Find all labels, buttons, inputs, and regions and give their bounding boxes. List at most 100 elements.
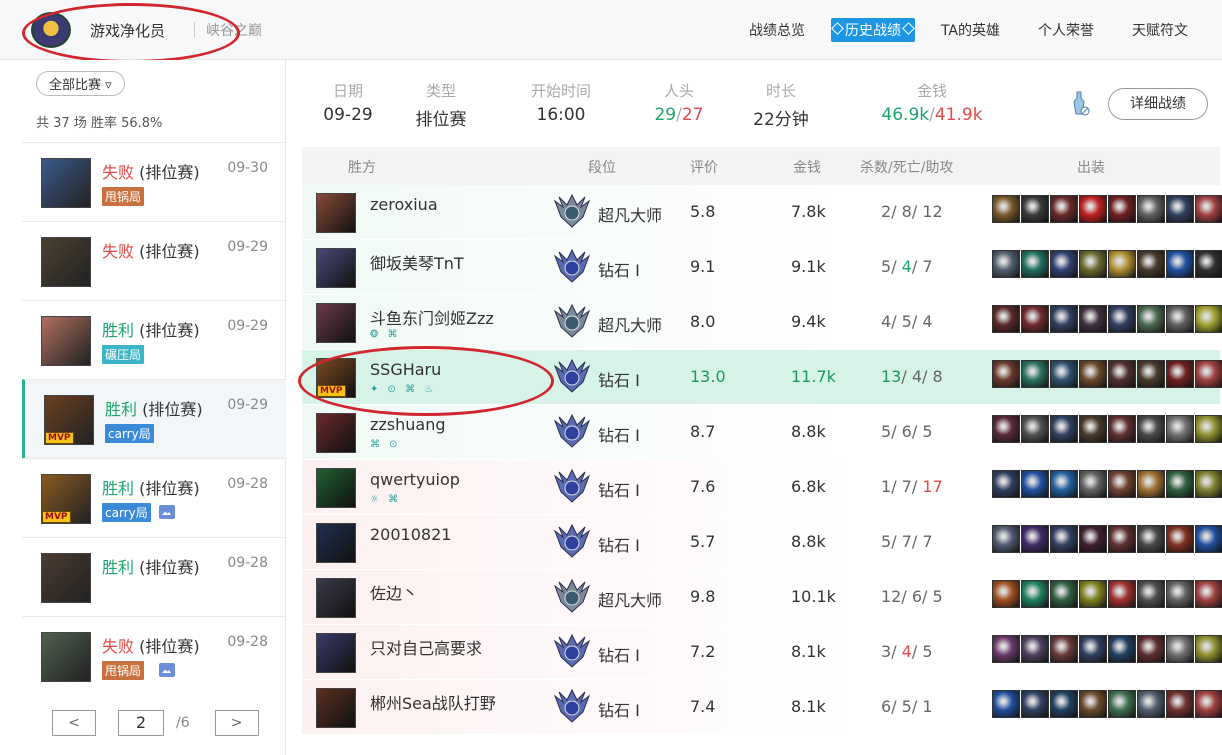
tab-honors[interactable]: 个人荣誉 <box>1026 18 1106 42</box>
list-item[interactable]: 胜利 (排位赛) 09-29 碾压局 <box>22 300 286 379</box>
ward-icon[interactable] <box>1069 90 1091 118</box>
list-item[interactable]: MVP 胜利 (排位赛) 09-29 carry局 <box>22 379 286 458</box>
item-icon[interactable] <box>992 525 1020 553</box>
item-icon[interactable] <box>1079 635 1107 663</box>
item-icon[interactable] <box>1137 360 1165 388</box>
item-icon[interactable] <box>1195 635 1222 663</box>
item-icon[interactable] <box>1137 250 1165 278</box>
item-icon[interactable] <box>1195 580 1222 608</box>
tab-heroes[interactable]: TA的英雄 <box>929 18 1012 42</box>
item-icon[interactable] <box>1021 195 1049 223</box>
list-item[interactable]: 失败 (排位赛) 09-28 甩锅局 <box>22 616 286 695</box>
item-icon[interactable] <box>1195 690 1222 718</box>
item-icon[interactable] <box>1050 305 1078 333</box>
item-icon[interactable] <box>1079 250 1107 278</box>
table-row[interactable]: MVP SSGHaru ✦ ⊙ ⌘ ♨ 钻石 I 13.0 11.7k 13/ 4/ 8 <box>302 350 1222 405</box>
tab-history[interactable]: 历史战绩 <box>830 18 915 42</box>
table-row[interactable]: 20010821 钻石 I 5.7 8.8k 5/ 7/ 7 <box>302 515 1222 570</box>
table-row[interactable]: zeroxiua 超凡大师 5.8 7.8k 2/ 8/ 12 <box>302 185 1222 240</box>
item-icon[interactable] <box>1166 305 1194 333</box>
item-icon[interactable] <box>1166 360 1194 388</box>
player-name[interactable]: 20010821 <box>370 525 451 544</box>
item-icon[interactable] <box>1137 690 1165 718</box>
item-icon[interactable] <box>992 415 1020 443</box>
item-icon[interactable] <box>1108 580 1136 608</box>
item-icon[interactable] <box>1108 415 1136 443</box>
detail-stats-button[interactable]: 详细战绩 <box>1108 88 1208 120</box>
item-icon[interactable] <box>1079 525 1107 553</box>
item-icon[interactable] <box>1166 250 1194 278</box>
player-name[interactable]: zzshuang <box>370 415 446 434</box>
item-icon[interactable] <box>1021 580 1049 608</box>
item-icon[interactable] <box>1195 250 1222 278</box>
item-icon[interactable] <box>1108 690 1136 718</box>
item-icon[interactable] <box>1137 525 1165 553</box>
tab-runes[interactable]: 天赋符文 <box>1120 18 1200 42</box>
item-icon[interactable] <box>1021 360 1049 388</box>
list-item[interactable]: 胜利 (排位赛) 09-28 <box>22 537 286 616</box>
player-name[interactable]: 斗鱼东门剑姬Zzz <box>370 305 494 329</box>
item-icon[interactable] <box>1021 470 1049 498</box>
player-name[interactable]: SSGHaru <box>370 360 441 379</box>
item-icon[interactable] <box>1050 470 1078 498</box>
item-icon[interactable] <box>1108 635 1136 663</box>
item-icon[interactable] <box>1079 360 1107 388</box>
item-icon[interactable] <box>1021 525 1049 553</box>
page-input[interactable]: 2 <box>118 710 164 736</box>
item-icon[interactable] <box>1050 360 1078 388</box>
item-icon[interactable] <box>1195 470 1222 498</box>
item-icon[interactable] <box>1108 305 1136 333</box>
item-icon[interactable] <box>1137 635 1165 663</box>
item-icon[interactable] <box>1166 635 1194 663</box>
list-item[interactable]: 失败 (排位赛) 09-30 甩锅局 <box>22 142 286 221</box>
item-icon[interactable] <box>992 580 1020 608</box>
item-icon[interactable] <box>992 305 1020 333</box>
item-icon[interactable] <box>1137 470 1165 498</box>
player-name[interactable]: 只对自己高要求 <box>370 635 482 659</box>
item-icon[interactable] <box>1195 525 1222 553</box>
item-icon[interactable] <box>1050 525 1078 553</box>
player-name[interactable]: 佐边丶 <box>370 580 418 604</box>
table-row[interactable]: 斗鱼东门剑姬Zzz ❂ ⌘ 超凡大师 8.0 9.4k 4/ 5/ 4 <box>302 295 1222 350</box>
item-icon[interactable] <box>992 690 1020 718</box>
item-icon[interactable] <box>1137 195 1165 223</box>
item-icon[interactable] <box>992 470 1020 498</box>
item-icon[interactable] <box>1166 580 1194 608</box>
table-row[interactable]: 只对自己高要求 钻石 I 7.2 8.1k 3/ 4/ 5 <box>302 625 1222 680</box>
item-icon[interactable] <box>1079 195 1107 223</box>
item-icon[interactable] <box>1050 195 1078 223</box>
item-icon[interactable] <box>1021 635 1049 663</box>
image-icon[interactable] <box>159 505 175 519</box>
item-icon[interactable] <box>1108 470 1136 498</box>
table-row[interactable]: 郴州Sea战队打野 钻石 I 7.4 8.1k 6/ 5/ 1 <box>302 680 1222 735</box>
item-icon[interactable] <box>1195 415 1222 443</box>
table-row[interactable]: qwertyuiop ☼ ⌘ 钻石 I 7.6 6.8k 1/ 7/ 17 <box>302 460 1222 515</box>
item-icon[interactable] <box>1079 690 1107 718</box>
list-item[interactable]: MVP 胜利 (排位赛) 09-28 carry局 <box>22 458 286 537</box>
match-filter-dropdown[interactable]: 全部比赛 ▿ <box>36 71 125 96</box>
table-row[interactable]: 佐边丶 超凡大师 9.8 10.1k 12/ 6/ 5 <box>302 570 1222 625</box>
item-icon[interactable] <box>1137 305 1165 333</box>
table-row[interactable]: zzshuang ⌘ ⊙ 钻石 I 8.7 8.8k 5/ 6/ 5 <box>302 405 1222 460</box>
item-icon[interactable] <box>1079 580 1107 608</box>
image-icon[interactable] <box>159 663 175 677</box>
item-icon[interactable] <box>1079 415 1107 443</box>
item-icon[interactable] <box>992 195 1020 223</box>
item-icon[interactable] <box>992 250 1020 278</box>
item-icon[interactable] <box>1050 415 1078 443</box>
item-icon[interactable] <box>1195 195 1222 223</box>
item-icon[interactable] <box>1079 305 1107 333</box>
player-name[interactable]: 郴州Sea战队打野 <box>370 690 496 714</box>
list-item[interactable]: 失败 (排位赛) 09-29 <box>22 221 286 300</box>
item-icon[interactable] <box>1166 195 1194 223</box>
item-icon[interactable] <box>1021 305 1049 333</box>
item-icon[interactable] <box>1050 580 1078 608</box>
player-name[interactable]: zeroxiua <box>370 195 438 214</box>
player-name[interactable]: qwertyuiop <box>370 470 460 489</box>
item-icon[interactable] <box>1166 470 1194 498</box>
item-icon[interactable] <box>1021 690 1049 718</box>
item-icon[interactable] <box>1108 360 1136 388</box>
item-icon[interactable] <box>1108 250 1136 278</box>
item-icon[interactable] <box>1137 580 1165 608</box>
item-icon[interactable] <box>1137 415 1165 443</box>
